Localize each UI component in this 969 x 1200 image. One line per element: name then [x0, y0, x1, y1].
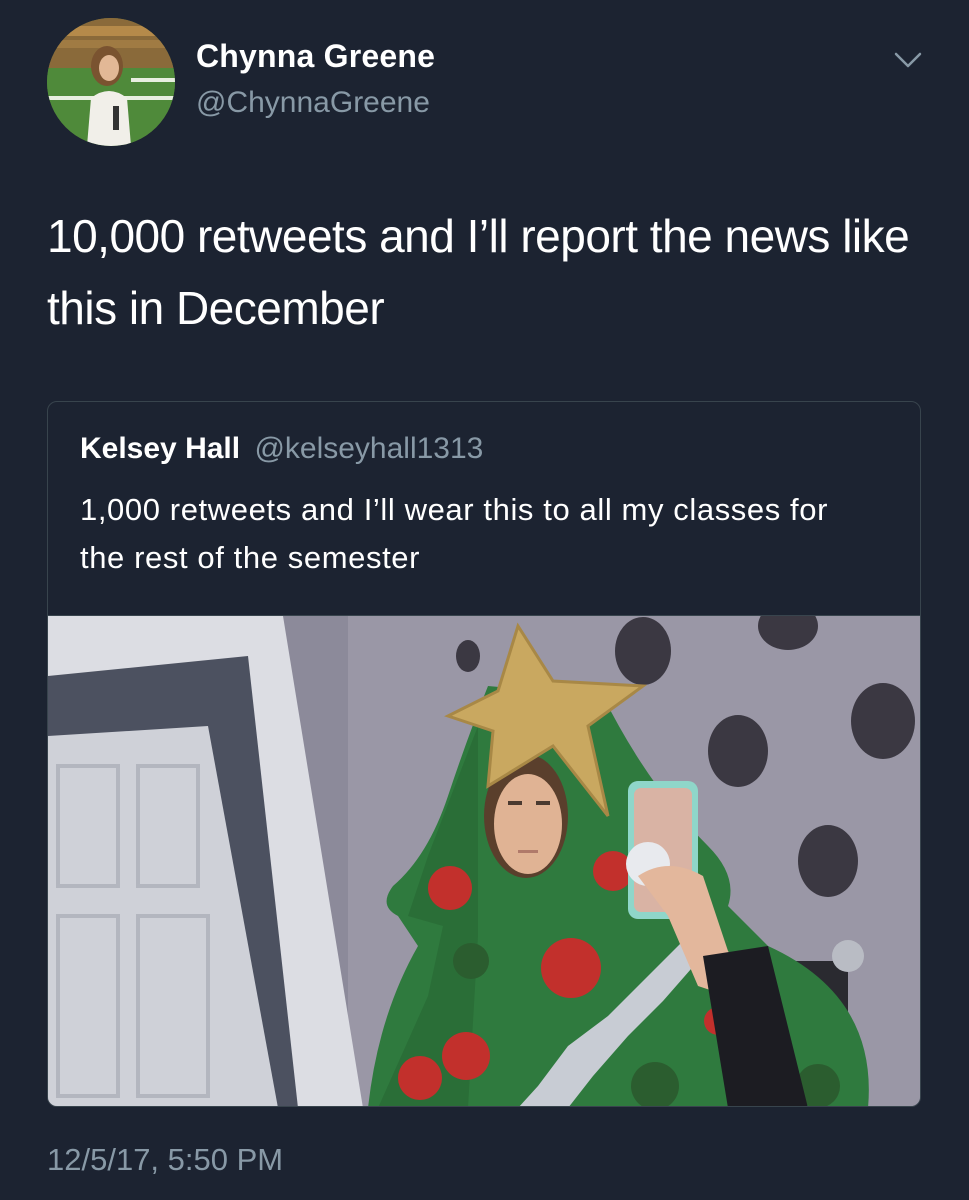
- tweet-text: 10,000 retweets and I’ll report the news…: [47, 210, 910, 334]
- quoted-tweet[interactable]: Kelsey Hall @kelseyhall1313 1,000 retwee…: [47, 401, 921, 1107]
- quoted-tweet-text: 1,000 retweets and I’ll wear this to all…: [80, 492, 829, 575]
- quoted-display-name: Kelsey Hall: [80, 432, 241, 465]
- author-display-name[interactable]: Chynna Greene: [196, 38, 435, 75]
- tweet: Chynna Greene @ChynnaGreene 10,000 retwe…: [0, 0, 969, 1200]
- author-handle[interactable]: @ChynnaGreene: [196, 86, 430, 120]
- chevron-down-icon[interactable]: [893, 50, 923, 70]
- quoted-tweet-header: Kelsey Hall @kelseyhall1313: [80, 432, 483, 466]
- quoted-handle: @kelseyhall1313: [254, 432, 484, 465]
- quoted-photo[interactable]: [48, 615, 920, 1106]
- tweet-timestamp[interactable]: 12/5/17, 5:50 PM: [47, 1142, 283, 1178]
- author-avatar[interactable]: [47, 18, 175, 146]
